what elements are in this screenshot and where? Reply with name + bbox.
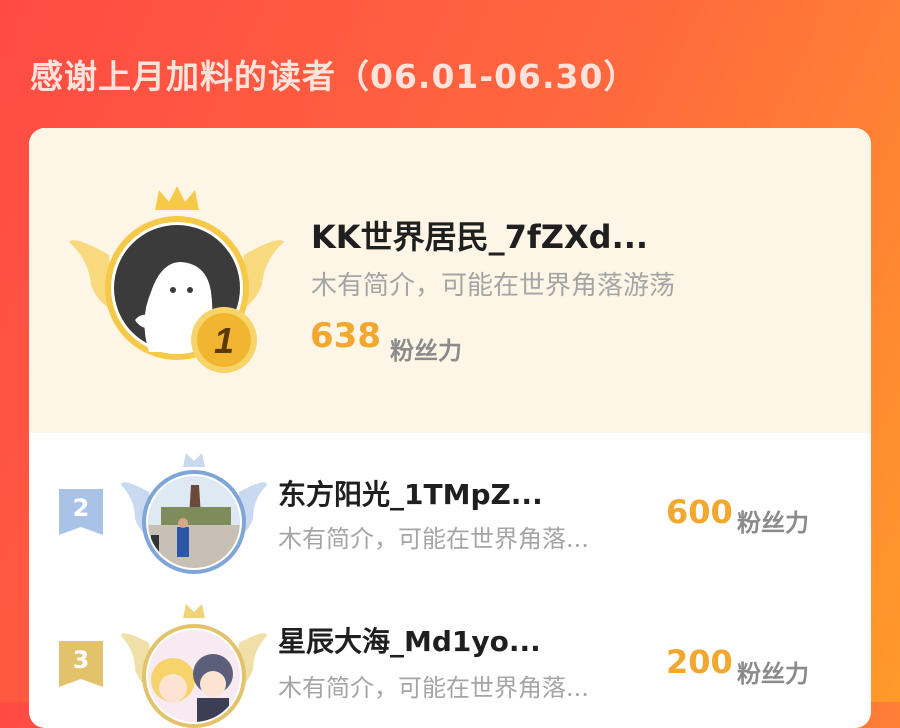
third-place-name[interactable]: 星辰大海_Md1yo... <box>278 620 541 660</box>
first-place-unit: 粉丝力 <box>390 337 462 365</box>
first-place-score: 638 <box>310 316 381 356</box>
third-place-intro: 木有简介，可能在世界角落... <box>278 674 589 702</box>
rank-3-badge-icon: 3 <box>59 641 103 687</box>
gold-medal-icon: 1 <box>191 307 257 373</box>
second-place-name[interactable]: 东方阳光_1TMpZ... <box>278 473 543 513</box>
first-place-intro: 木有简介，可能在世界角落游荡 <box>311 271 676 301</box>
first-place-name[interactable]: KK世界居民_7fZXd... <box>311 212 648 258</box>
list-item[interactable]: 2 东方阳光_1TMpZ... 木有简介，可能在世界角落... 600 粉丝力 <box>29 433 871 593</box>
rank-3-number: 3 <box>72 646 90 674</box>
third-place-score: 200 <box>666 643 733 681</box>
third-place-avatar[interactable] <box>121 598 267 728</box>
third-place-unit: 粉丝力 <box>737 660 809 688</box>
second-place-avatar[interactable] <box>121 447 267 587</box>
first-place-avatar[interactable]: 1 <box>69 180 284 380</box>
second-place-score: 600 <box>666 493 733 531</box>
rank-2-number: 2 <box>72 494 90 522</box>
crown-icon <box>155 186 199 210</box>
leaderboard-card: 1 KK世界居民_7fZXd... 木有简介，可能在世界角落游荡 638 粉丝力… <box>29 128 871 728</box>
second-place-intro: 木有简介，可能在世界角落... <box>278 525 589 553</box>
first-place-entry[interactable]: 1 KK世界居民_7fZXd... 木有简介，可能在世界角落游荡 638 粉丝力 <box>29 128 871 433</box>
svg-text:1: 1 <box>214 320 234 361</box>
rank-2-badge-icon: 2 <box>59 489 103 535</box>
page-title: 感谢上月加料的读者（06.01-06.30） <box>30 57 638 96</box>
second-place-unit: 粉丝力 <box>737 509 809 537</box>
list-item[interactable]: 3 星辰大海_Md1yo... 木有简介，可能在世界角落... 200 粉丝力 <box>29 588 871 728</box>
